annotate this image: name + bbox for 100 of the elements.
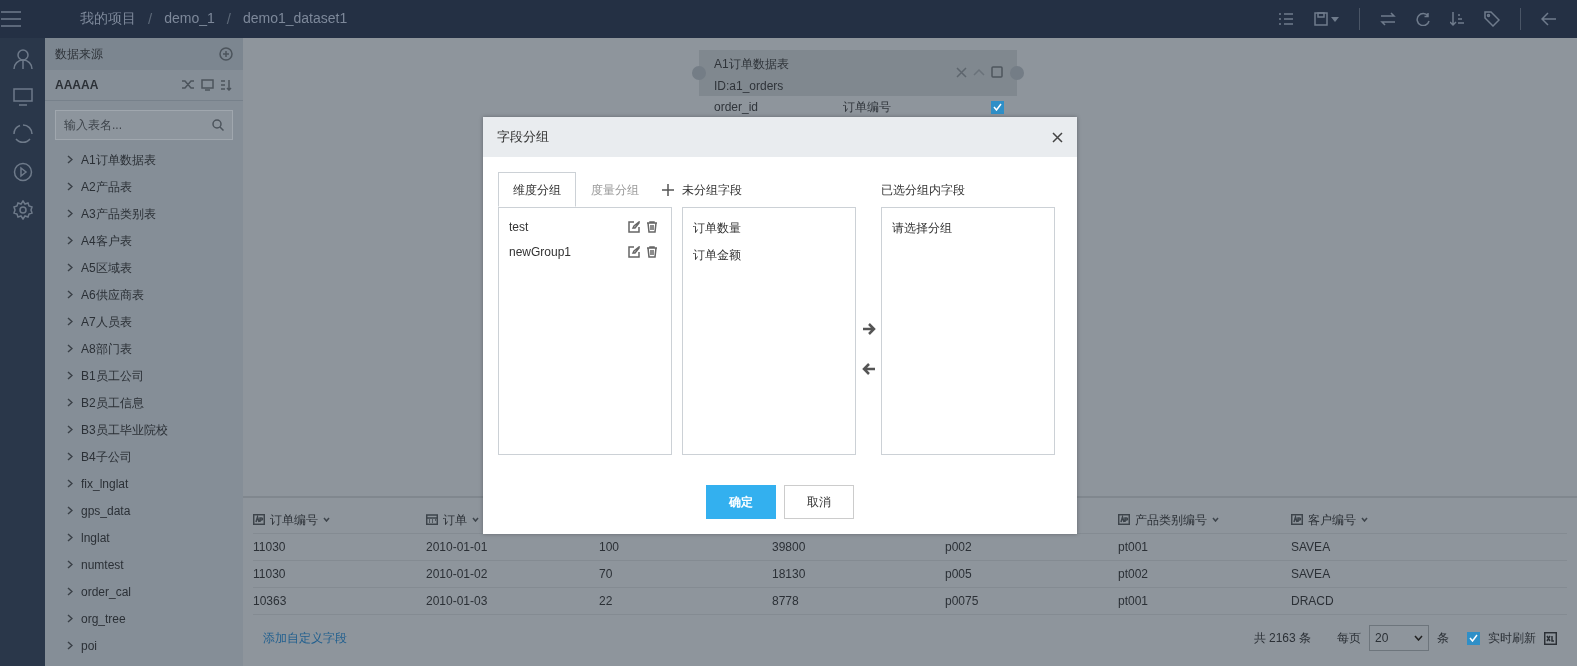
dialog-title: 字段分组 [497, 128, 550, 147]
table-item[interactable]: A6供应商表 [81, 285, 144, 304]
chevron-icon[interactable] [67, 344, 73, 353]
chevron-icon[interactable] [67, 290, 73, 299]
chevron-icon[interactable] [67, 452, 73, 461]
chevron-icon[interactable] [67, 479, 73, 488]
cycle-icon[interactable] [12, 124, 33, 144]
table-item[interactable]: B1员工公司 [81, 366, 144, 385]
tab[interactable]: 度量分组 [576, 172, 654, 207]
chevron-icon[interactable] [67, 371, 73, 380]
dataset-name: AAAAA [55, 77, 100, 94]
table-item[interactable]: poi [81, 636, 97, 655]
table-cell-text: SAVEA [1291, 566, 1332, 583]
add-icon[interactable] [662, 183, 674, 196]
tag-icon[interactable] [1484, 11, 1500, 27]
table-item[interactable]: A3产品类别表 [81, 204, 156, 223]
delete-icon[interactable] [646, 220, 658, 233]
table-item[interactable]: fix_lnglat [81, 474, 129, 493]
column-header[interactable]: 产品类别编号 [1135, 510, 1207, 529]
chevron-icon[interactable] [67, 641, 73, 650]
column-header[interactable]: 订单 [443, 510, 467, 529]
table-item[interactable]: B4子公司 [81, 447, 132, 466]
play-icon[interactable] [12, 162, 33, 182]
chevron-icon[interactable] [67, 182, 73, 191]
chevron-icon[interactable] [67, 560, 73, 569]
search-field[interactable]: 输入表名... [55, 110, 233, 140]
monitor-icon[interactable] [12, 88, 33, 106]
checkbox-icon[interactable] [991, 66, 1003, 78]
swap-icon[interactable] [1380, 12, 1396, 26]
breadcrumb-link[interactable]: 我的项目 [80, 7, 136, 31]
breadcrumb-link[interactable]: demo_1 [164, 7, 215, 31]
confirm-button[interactable]: 确定 [706, 485, 776, 519]
chevron-icon[interactable] [67, 587, 73, 596]
table-item[interactable]: B3员工毕业院校 [81, 420, 168, 439]
chevron-icon[interactable] [67, 263, 73, 272]
sort-icon[interactable] [220, 79, 233, 91]
column-header[interactable]: 客户编号 [1308, 510, 1356, 529]
caret-icon[interactable] [1361, 517, 1368, 522]
table-item[interactable]: A5区域表 [81, 258, 132, 277]
table-item[interactable]: org_tree [81, 609, 126, 628]
breadcrumb-separator: / [148, 8, 153, 29]
edit-icon[interactable] [628, 220, 640, 233]
excel-icon[interactable] [1544, 631, 1557, 645]
connector-port [692, 66, 706, 80]
chevron-icon[interactable] [67, 236, 73, 245]
group-item[interactable]: test [509, 217, 628, 236]
chevron-icon[interactable] [67, 317, 73, 326]
breadcrumb-link[interactable]: demo1_dataset1 [242, 7, 348, 31]
table-item[interactable]: B2员工信息 [81, 393, 144, 412]
chevron-icon[interactable] [67, 398, 73, 407]
list-icon[interactable] [1278, 12, 1294, 26]
back-icon[interactable] [1541, 12, 1557, 26]
field-item[interactable]: 订单金额 [693, 241, 845, 268]
save-button[interactable] [1314, 12, 1339, 26]
user-icon[interactable] [11, 48, 34, 70]
close-icon[interactable] [1052, 131, 1063, 143]
menu-icon[interactable] [0, 10, 22, 28]
chevron-icon[interactable] [67, 155, 73, 164]
arrow-left-icon[interactable] [861, 362, 876, 375]
checkbox[interactable] [1467, 631, 1480, 645]
chevron-icon[interactable] [67, 614, 73, 623]
table-item[interactable]: A7人员表 [81, 312, 132, 331]
field-item[interactable]: 订单数量 [693, 214, 845, 241]
gear-icon[interactable] [12, 200, 33, 220]
caret-icon[interactable] [1212, 517, 1219, 522]
table-item[interactable]: lnglat [81, 528, 110, 547]
tab[interactable]: 维度分组 [498, 172, 576, 207]
column-header[interactable]: 订单编号 [270, 510, 318, 529]
sort-icon[interactable] [1450, 11, 1464, 27]
table-item[interactable]: A2产品表 [81, 177, 132, 196]
edit-icon[interactable] [628, 245, 640, 258]
preview-icon[interactable] [201, 79, 214, 91]
table-cell-text: 18130 [772, 566, 807, 583]
table-item[interactable]: A8部门表 [81, 339, 132, 358]
page-size-select[interactable]: 20 [1369, 625, 1429, 651]
shuffle-icon[interactable] [182, 79, 195, 90]
table-item[interactable]: order_cal [81, 582, 132, 601]
arrow-right-icon[interactable] [861, 322, 876, 335]
delete-icon[interactable] [646, 245, 658, 258]
caret-icon[interactable] [323, 517, 330, 522]
table-item[interactable]: A1订单数据表 [81, 150, 156, 169]
table-item[interactable]: A4客户表 [81, 231, 132, 250]
checkbox[interactable] [991, 100, 1004, 114]
refresh-icon[interactable] [1416, 12, 1430, 26]
chevron-icon[interactable] [67, 209, 73, 218]
table-cell-text: DRACD [1291, 593, 1335, 610]
table-cell-text: 11030 [253, 539, 287, 556]
caret-icon[interactable] [472, 517, 479, 522]
table-item[interactable]: gps_data [81, 501, 131, 520]
table-item[interactable]: numtest [81, 555, 124, 574]
total-count: 共 2163 条 [1253, 630, 1311, 647]
chevron-icon[interactable] [67, 533, 73, 542]
chevron-icon[interactable] [67, 425, 73, 434]
node-title: A1订单数据表 [714, 56, 789, 73]
cancel-button[interactable]: 取消 [784, 485, 854, 519]
add-field-link[interactable]: 添加自定义字段 [263, 629, 347, 647]
chevron-icon[interactable] [67, 506, 73, 515]
group-item[interactable]: newGroup1 [509, 242, 628, 261]
panel-title: 数据来源 [55, 46, 104, 63]
checkbox-label: 实时刷新 [1488, 630, 1536, 647]
